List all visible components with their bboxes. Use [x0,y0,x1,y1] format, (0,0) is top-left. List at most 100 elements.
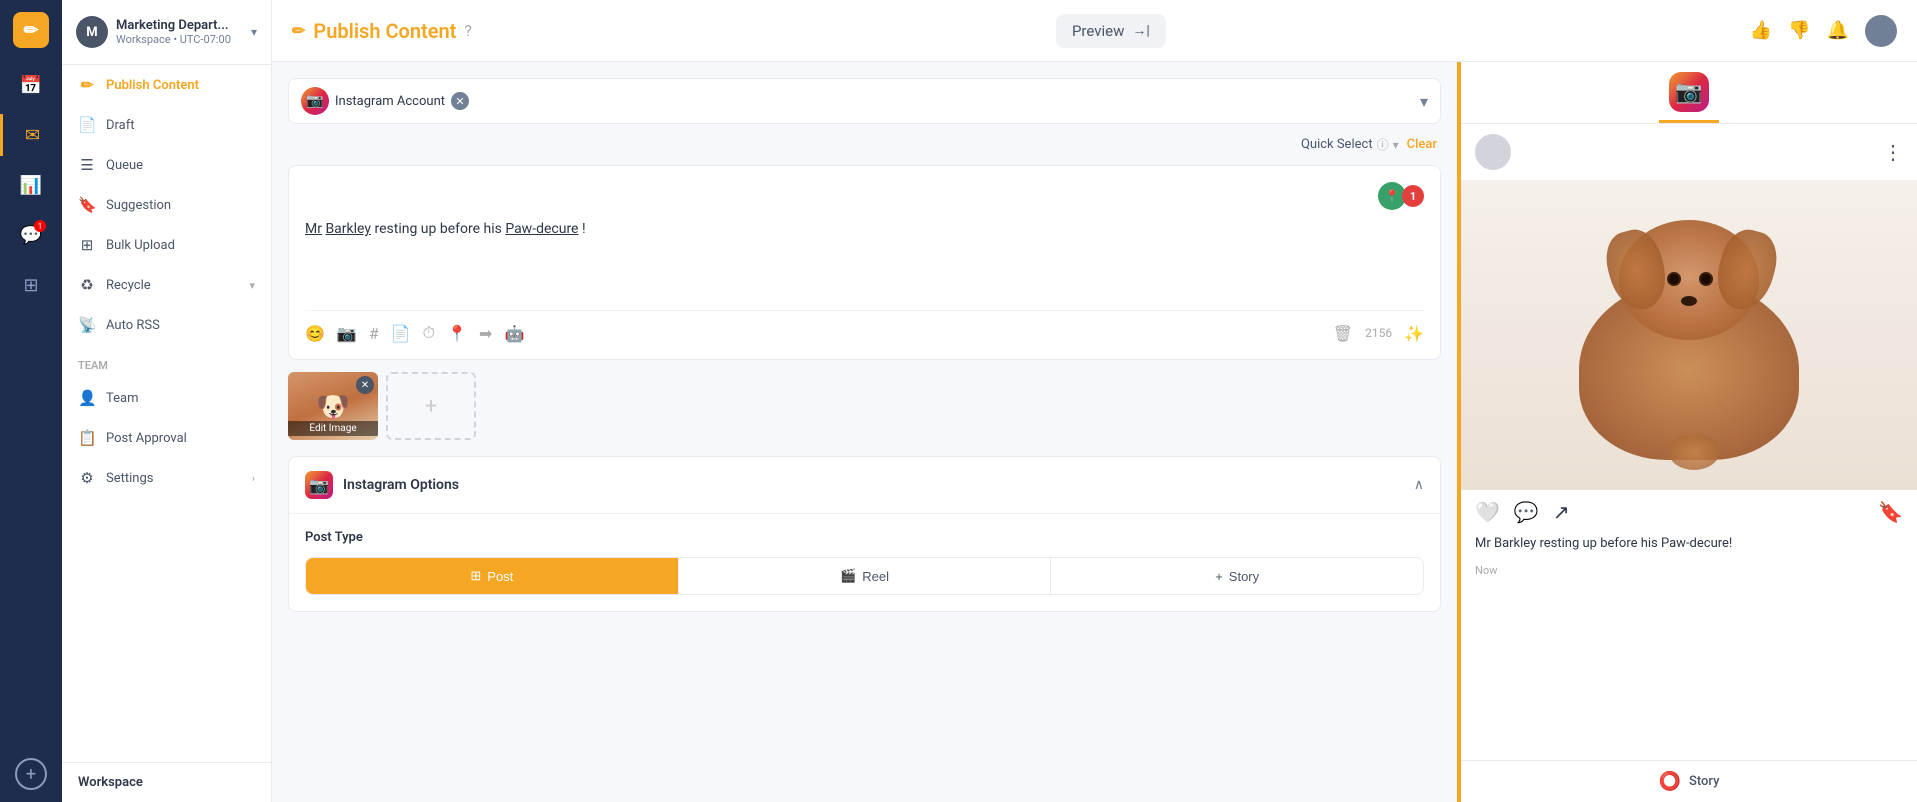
nav-item-team[interactable]: 👤 Team [62,378,271,418]
nav-item-queue[interactable]: ☰ Queue [62,145,271,185]
sidebar-item-bulk[interactable]: ⊞ [10,264,52,306]
nav-item-settings[interactable]: ⚙ Settings › [62,458,271,498]
ig-comment-icon[interactable]: 💬 [1514,500,1539,524]
post-type-story-button[interactable]: + Story [1051,558,1423,594]
ig-post-more-button[interactable]: ⋮ [1883,140,1903,164]
post-type-selector: ⊞ Post 🎬 Reel + Story [305,557,1424,595]
nav-label-team: Team [106,391,139,406]
timer-icon[interactable]: ⏱ [423,323,435,343]
nav-item-publish-content[interactable]: ✏ Publish Content [62,65,271,105]
preview-ig-tab[interactable]: 📷 [1659,72,1719,123]
quick-select-chevron-icon: ▾ [1393,138,1399,152]
editor-text-content[interactable]: Mr Barkley resting up before his Paw-dec… [305,218,1424,298]
thumbs-up-icon[interactable]: 👍 [1750,20,1772,41]
ig-timestamp: Now [1461,564,1917,587]
topbar-title: ✏ Publish Content ? [292,19,472,43]
nav-label-queue: Queue [106,158,143,173]
location-icon[interactable]: 📍 [447,324,467,343]
media-icon[interactable]: 📷 [337,324,357,343]
preview-story-tab: ⭕ Story [1461,760,1917,802]
share-icon[interactable]: ➡ [479,324,492,343]
account-dropdown-icon[interactable]: ▾ [1420,92,1428,111]
dog-paw [1669,435,1719,470]
workspace-label[interactable]: Workspace [78,775,255,790]
ig-bookmark-icon[interactable]: 🔖 [1878,500,1903,524]
instagram-options-chevron: ∧ [1414,477,1424,493]
clear-button[interactable]: Clear [1407,137,1437,152]
auto-rss-icon: 📡 [78,316,96,334]
nav-label-auto-rss: Auto RSS [106,318,160,333]
topbar-title-icon: ✏ [292,21,305,40]
nav-item-suggestion[interactable]: 🔖 Suggestion [62,185,271,225]
preview-ig-header: 📷 [1461,62,1917,124]
ig-share-icon[interactable]: ↗ [1553,500,1570,524]
queue-icon: ☰ [78,156,96,174]
thumbs-down-icon[interactable]: 👎 [1788,20,1810,41]
instagram-options-header[interactable]: 📷 Instagram Options ∧ [289,457,1440,514]
post-type-post-label: Post [487,569,513,584]
instagram-options-title: Instagram Options [343,477,459,493]
dog-nose [1681,296,1697,306]
app-logo[interactable]: ✏ [13,12,49,48]
error-count-badge: 1 [1402,185,1424,207]
editor-panel: 📷 Instagram Account ✕ ▾ Quick Select ⓘ ▾… [272,62,1457,802]
ig-like-icon[interactable]: 🤍 [1475,500,1500,524]
nav-item-post-approval[interactable]: 📋 Post Approval [62,418,271,458]
preview-panel: 📷 ⋮ [1457,62,1917,802]
quick-select-label: Quick Select [1301,137,1373,152]
nav-header-left: M Marketing Depart... Workspace • UTC-07… [76,16,231,48]
text-paw-decure: Paw-decure [505,221,578,237]
ig-caption: Mr Barkley resting up before his Paw-dec… [1461,530,1917,564]
magic-wand-icon[interactable]: ✨ [1404,324,1424,343]
user-avatar[interactable] [1865,15,1897,47]
remove-media-button[interactable]: ✕ [356,376,374,394]
org-info: Marketing Depart... Workspace • UTC-07:0… [116,18,231,46]
quick-select-button[interactable]: Quick Select ⓘ ▾ [1301,136,1399,153]
notification-bell-icon[interactable]: 🔔 [1827,20,1849,41]
dog-eye-right [1699,272,1713,286]
add-media-button[interactable]: + [386,372,476,440]
add-workspace-button[interactable]: + [15,758,47,790]
nav-item-draft[interactable]: 📄 Draft [62,105,271,145]
nav-item-recycle[interactable]: ♻ Recycle ▾ [62,265,271,305]
account-chip: 📷 Instagram Account ✕ [301,87,469,115]
preview-button[interactable]: Preview →| [1056,14,1166,48]
delete-icon[interactable]: 🗑 [1333,324,1353,343]
instagram-preview-icon: 📷 [1669,72,1709,112]
hashtag-icon[interactable]: # [369,324,379,343]
nav-label-post-approval: Post Approval [106,431,187,446]
sidebar-item-publish[interactable]: ✉ [0,114,62,156]
sidebar-item-analytics[interactable]: 📊 [10,164,52,206]
nav-label-publish-content: Publish Content [106,78,199,93]
instagram-options-icon: 📷 [305,471,333,499]
help-icon[interactable]: ? [464,21,472,40]
sidebar: ✏ 📅 ✉ 📊 💬 1 ⊞ + [0,0,62,802]
text-file-icon[interactable]: 📄 [391,324,411,343]
nav-chevron-icon[interactable]: ▾ [251,25,257,39]
account-name: Instagram Account [335,94,445,109]
org-subtitle: Workspace • UTC-07:00 [116,33,231,46]
char-count: 2156 [1365,326,1392,340]
content-split: 📷 Instagram Account ✕ ▾ Quick Select ⓘ ▾… [272,62,1917,802]
sidebar-item-inbox[interactable]: 💬 1 [10,214,52,256]
post-type-reel-button[interactable]: 🎬 Reel [679,558,1052,594]
instagram-options-body: Post Type ⊞ Post 🎬 Reel + Story [289,514,1440,611]
nav-item-auto-rss[interactable]: 📡 Auto RSS [62,305,271,345]
text-middle: resting up before his [374,221,505,237]
text-barkley: Barkley [325,221,371,237]
sidebar-bottom: + [15,758,47,790]
media-row: 🐶 ✕ Edit Image + [288,372,1441,444]
post-approval-icon: 📋 [78,429,96,447]
emoji-icon[interactable]: 😊 [305,324,325,343]
ig-post-image [1461,180,1917,490]
edit-image-label[interactable]: Edit Image [288,421,378,436]
ai-icon[interactable]: 🤖 [504,324,524,343]
remove-account-button[interactable]: ✕ [451,92,469,110]
post-type-post-button[interactable]: ⊞ Post [306,558,679,594]
team-icon: 👤 [78,389,96,407]
org-avatar: M [76,16,108,48]
post-type-post-icon: ⊞ [470,568,481,584]
sidebar-item-calendar[interactable]: 📅 [10,64,52,106]
media-thumbnail[interactable]: 🐶 ✕ Edit Image [288,372,378,440]
nav-item-bulk-upload[interactable]: ⊞ Bulk Upload [62,225,271,265]
